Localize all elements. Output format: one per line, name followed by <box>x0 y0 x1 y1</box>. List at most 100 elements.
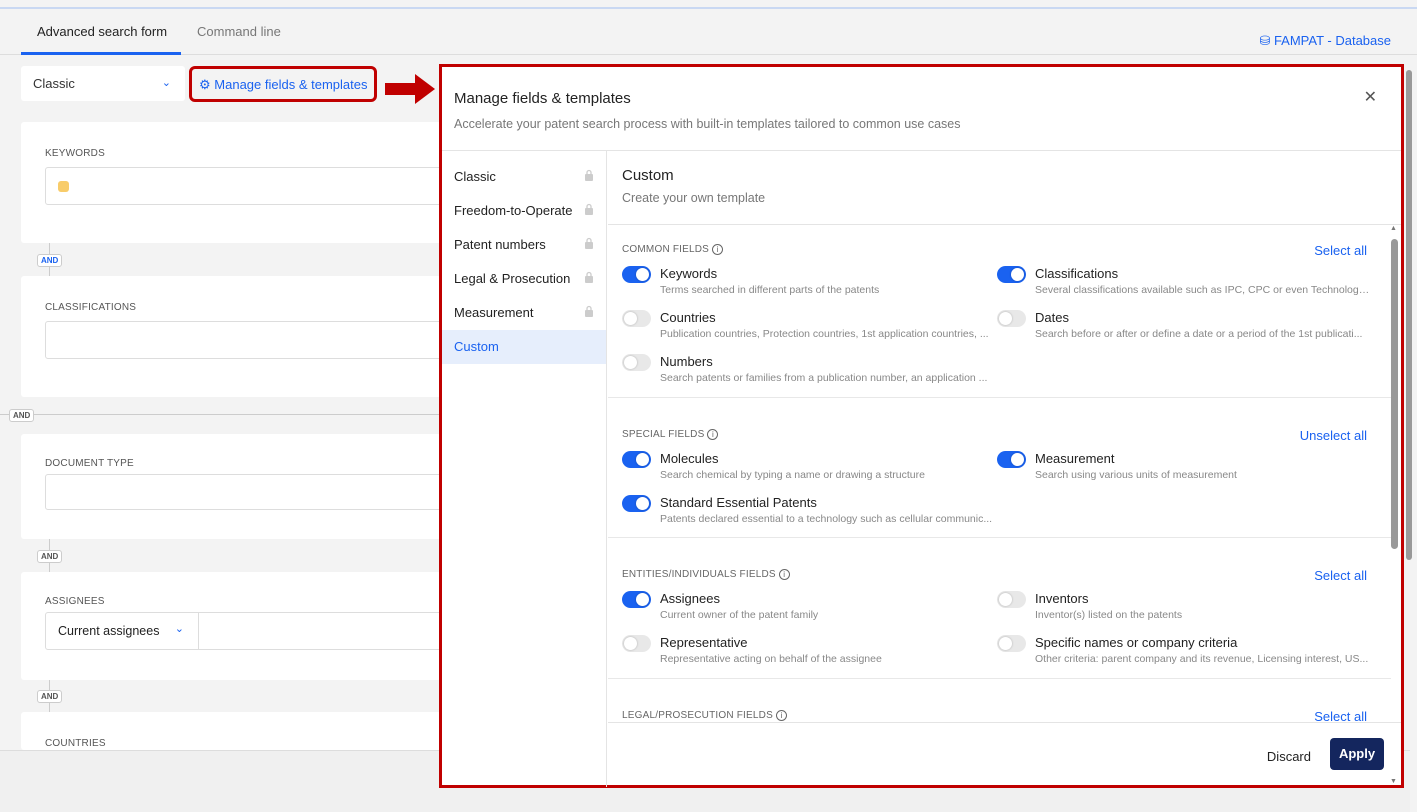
footer-divider <box>608 722 1401 723</box>
info-icon[interactable]: i <box>712 244 724 255</box>
active-tab-indicator <box>21 52 181 55</box>
lock-icon <box>584 305 594 317</box>
select-all-link[interactable]: Select all <box>1314 568 1367 583</box>
toggle-switch[interactable] <box>622 635 651 652</box>
template-nav: Classic Freedom-to-Operate Patent numbers L… <box>442 151 607 787</box>
nav-item-freedom-to-operate[interactable]: Freedom-to-Operate <box>442 194 606 228</box>
assignees-type-value: Current assignees <box>58 624 160 638</box>
template-select-value: Classic <box>33 76 75 91</box>
discard-button[interactable]: Discard <box>1267 749 1311 764</box>
manage-fields-link[interactable]: ⚙ Manage fields & templates <box>189 66 377 102</box>
field-description: Inventor(s) listed on the patents <box>1035 609 1183 621</box>
document-type-input[interactable] <box>45 474 445 510</box>
field-description: Terms searched in different parts of the… <box>660 284 880 296</box>
info-icon[interactable]: i <box>778 569 790 580</box>
nav-item-custom[interactable]: Custom <box>442 330 606 364</box>
info-icon[interactable]: i <box>707 429 719 440</box>
keywords-input[interactable] <box>45 167 445 205</box>
field-representative: Representative Representative acting on b… <box>622 635 992 671</box>
select-all-link[interactable]: Select all <box>1314 243 1367 258</box>
field-description: Other criteria: parent company and its r… <box>1035 653 1369 665</box>
database-icon: ⛁ <box>1259 33 1274 48</box>
lock-icon <box>584 203 594 215</box>
field-description: Several classifications available such a… <box>1035 284 1371 296</box>
classifications-label: CLASSIFICATIONS <box>45 302 137 313</box>
field-name: Standard Essential Patents <box>660 495 817 510</box>
page-scrollbar[interactable] <box>1405 70 1413 740</box>
keywords-label: KEYWORDS <box>45 148 105 159</box>
tab-bar: Advanced search form Command line ⛁ FAMP… <box>0 9 1417 55</box>
chevron-down-icon: ⌄ <box>161 77 171 89</box>
field-inventors: Inventors Inventor(s) listed on the paten… <box>997 591 1367 627</box>
field-description: Search using various units of measuremen… <box>1035 469 1237 481</box>
assignees-type-select[interactable]: Current assignees ⌄ <box>46 613 199 649</box>
section-title: LEGAL/PROSECUTION FIELDS i <box>622 710 787 721</box>
classifications-input[interactable] <box>45 321 445 359</box>
field-classifications: Classifications Several classifications a… <box>997 266 1371 302</box>
field-keywords: Keywords Terms searched in different part… <box>622 266 992 302</box>
section-title: COMMON FIELDS i <box>622 244 724 255</box>
field-standard-essential-patents: Standard Essential Patents Patents declar… <box>622 495 992 531</box>
field-name: Numbers <box>660 354 713 369</box>
field-description: Search before or after or define a date … <box>1035 328 1363 340</box>
field-name: Dates <box>1035 310 1069 325</box>
field-assignees: Assignees Current owner of the patent fam… <box>622 591 992 627</box>
manage-fields-label: Manage fields & templates <box>214 77 368 92</box>
section-divider <box>608 537 1391 538</box>
field-name: Molecules <box>660 451 719 466</box>
nav-item-legal-prosecution[interactable]: Legal & Prosecution <box>442 262 606 296</box>
keywords-card: KEYWORDS <box>21 122 445 243</box>
and-operator[interactable]: AND <box>37 550 63 563</box>
and-operator[interactable]: AND <box>37 690 63 703</box>
tab-command-line[interactable]: Command line <box>197 24 281 39</box>
toggle-switch[interactable] <box>997 451 1026 468</box>
field-description: Search patents or families from a public… <box>660 372 988 384</box>
field-name: Classifications <box>1035 266 1119 281</box>
toggle-switch[interactable] <box>997 591 1026 608</box>
toggle-switch[interactable] <box>997 635 1026 652</box>
toggle-switch[interactable] <box>622 354 651 371</box>
classifications-card: CLASSIFICATIONS <box>21 276 445 397</box>
field-name: Representative <box>660 635 748 650</box>
field-name: Inventors <box>1035 591 1089 606</box>
close-icon[interactable]: ✕ <box>1364 87 1377 107</box>
template-select[interactable]: Classic ⌄ <box>21 66 185 101</box>
panel-scrollbar[interactable]: ▲ ▼ <box>1390 225 1398 785</box>
assignees-input[interactable]: Current assignees ⌄ <box>45 612 445 650</box>
field-numbers: Numbers Search patents or families from a… <box>622 354 992 390</box>
document-type-card: DOCUMENT TYPE <box>21 434 445 539</box>
field-name: Keywords <box>660 266 718 281</box>
select-all-link[interactable]: Unselect all <box>1300 428 1367 443</box>
modal-title: Manage fields & templates <box>454 90 631 107</box>
keyword-chip-icon <box>58 181 69 192</box>
nav-item-label: Freedom-to-Operate <box>454 203 573 218</box>
toggle-switch[interactable] <box>622 266 651 283</box>
toggle-switch[interactable] <box>622 310 651 327</box>
panel-divider <box>608 224 1401 225</box>
toggle-switch[interactable] <box>997 310 1026 327</box>
and-operator[interactable]: AND <box>37 254 63 267</box>
field-countries: Countries Publication countries, Protecti… <box>622 310 992 346</box>
nav-item-measurement[interactable]: Measurement <box>442 296 606 330</box>
section-divider <box>608 397 1391 398</box>
nav-item-classic[interactable]: Classic <box>442 160 606 194</box>
lock-icon <box>584 237 594 249</box>
apply-button[interactable]: Apply <box>1330 738 1384 770</box>
nav-item-label: Patent numbers <box>454 237 546 252</box>
document-type-label: DOCUMENT TYPE <box>45 458 134 469</box>
info-icon[interactable]: i <box>775 710 787 721</box>
toggle-switch[interactable] <box>997 266 1026 283</box>
field-measurement: Measurement Search using various units of… <box>997 451 1367 487</box>
modal-subtitle: Accelerate your patent search process wi… <box>454 117 961 131</box>
toggle-switch[interactable] <box>622 495 651 512</box>
field-specific-names-or-company-criteria: Specific names or company criteria Other … <box>997 635 1368 671</box>
toggle-switch[interactable] <box>622 451 651 468</box>
field-description: Publication countries, Protection countr… <box>660 328 989 340</box>
and-operator-group[interactable]: AND <box>9 409 35 422</box>
database-link[interactable]: ⛁ FAMPAT - Database <box>1259 33 1391 49</box>
panel-title: Custom <box>622 167 674 184</box>
toggle-switch[interactable] <box>622 591 651 608</box>
nav-item-patent-numbers[interactable]: Patent numbers <box>442 228 606 262</box>
tab-advanced-search-form[interactable]: Advanced search form <box>37 24 167 39</box>
section-title: SPECIAL FIELDS i <box>622 429 719 440</box>
